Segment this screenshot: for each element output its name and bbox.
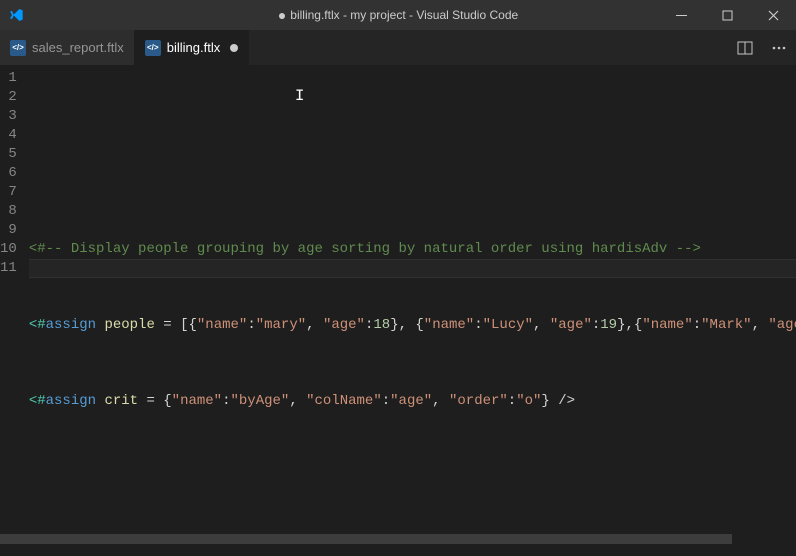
line-number: 8: [0, 202, 29, 221]
maximize-button[interactable]: [704, 0, 750, 30]
titlebar: ● billing.ftlx - my project - Visual Stu…: [0, 0, 796, 30]
ftl-file-icon: </>: [10, 40, 26, 56]
code-line: <#-- Display people grouping by age sort…: [29, 240, 796, 259]
code-line: [29, 164, 796, 183]
editor-tabs: </> sales_report.ftlx </> billing.ftlx: [0, 30, 796, 65]
close-button[interactable]: [750, 0, 796, 30]
window-title: ● billing.ftlx - my project - Visual Stu…: [278, 8, 518, 22]
tab-label: sales_report.ftlx: [32, 40, 124, 55]
line-number: 3: [0, 107, 29, 126]
split-editor-icon[interactable]: [734, 37, 756, 59]
vscode-logo-icon: [8, 7, 24, 23]
code-editor[interactable]: 1 2 3 4 5 6 7 8 9 10 11 I <#-- Display p…: [0, 65, 796, 534]
text-cursor-icon: I: [295, 87, 305, 106]
tab-sales-report[interactable]: </> sales_report.ftlx: [0, 30, 135, 65]
line-number-gutter: 1 2 3 4 5 6 7 8 9 10 11: [0, 65, 29, 534]
statusbar: [0, 544, 796, 556]
code-line: [29, 468, 796, 487]
line-number: 7: [0, 183, 29, 202]
modified-indicator: ●: [278, 8, 286, 22]
window-title-text: billing.ftlx - my project - Visual Studi…: [290, 8, 518, 22]
tab-label: billing.ftlx: [167, 40, 220, 55]
tab-modified-dot-icon: [230, 44, 238, 52]
line-number: 1: [0, 69, 29, 88]
code-content[interactable]: I <#-- Display people grouping by age so…: [29, 65, 796, 534]
tab-billing[interactable]: </> billing.ftlx: [135, 30, 249, 65]
line-number: 11: [0, 259, 29, 278]
line-number: 2: [0, 88, 29, 107]
ftl-file-icon: </>: [145, 40, 161, 56]
line-number: 5: [0, 145, 29, 164]
line-number: 10: [0, 240, 29, 259]
code-line: <#assign people = [{"name":"mary", "age"…: [29, 316, 796, 335]
current-line-highlight: [29, 259, 796, 278]
more-icon[interactable]: [768, 37, 790, 59]
window-controls: [658, 0, 796, 30]
line-number: 9: [0, 221, 29, 240]
scrollbar-thumb[interactable]: [0, 534, 732, 544]
line-number: 6: [0, 164, 29, 183]
horizontal-scrollbar[interactable]: [0, 534, 796, 544]
line-number: 4: [0, 126, 29, 145]
code-line: <#assign crit = {"name":"byAge", "colNam…: [29, 392, 796, 411]
minimize-button[interactable]: [658, 0, 704, 30]
